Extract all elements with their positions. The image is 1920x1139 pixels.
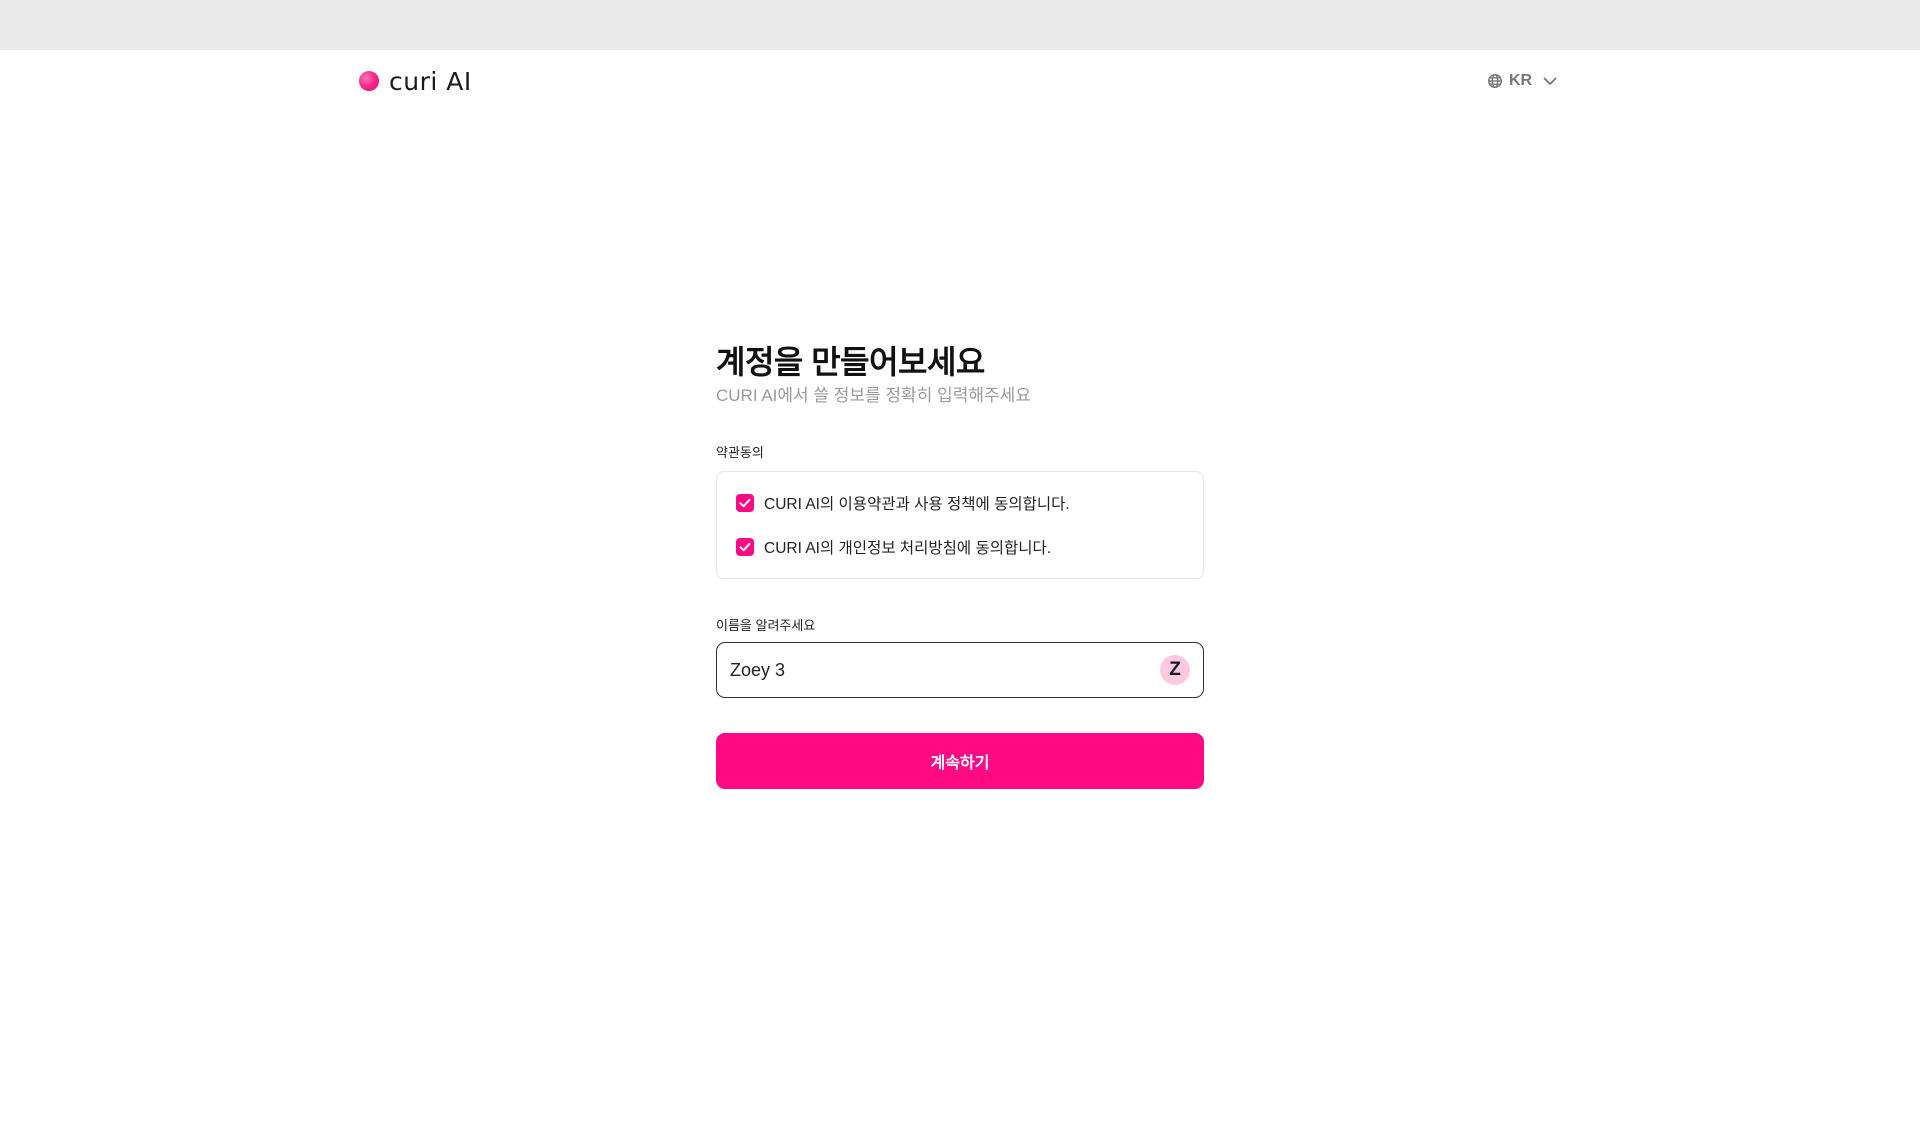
terms-of-use-text: CURI AI의 이용약관과 사용 정책에 동의합니다. bbox=[764, 496, 1070, 513]
terms-box: CURI AI의 이용약관과 사용 정책에 동의합니다. CURI AI의 개인… bbox=[716, 471, 1204, 579]
privacy-policy-text: CURI AI의 개인정보 처리방침에 동의합니다. bbox=[764, 540, 1052, 557]
logo[interactable]: curi AI bbox=[359, 66, 472, 96]
globe-icon bbox=[1487, 73, 1503, 89]
name-input[interactable] bbox=[730, 643, 1130, 697]
name-label: 이름을 알려주세요 bbox=[716, 618, 816, 633]
page-title: 계정을 만들어보세요 bbox=[716, 344, 985, 380]
name-field[interactable]: Z bbox=[716, 642, 1204, 698]
chevron-down-icon bbox=[1542, 73, 1558, 89]
signup-form: 계정을 만들어보세요 CURI AI에서 쓸 정보를 정확히 입력해주세요 약관… bbox=[716, 342, 1204, 789]
browser-top-strip bbox=[0, 0, 1920, 50]
avatar: Z bbox=[1160, 655, 1190, 685]
header: curi AI KR bbox=[0, 50, 1920, 110]
privacy-policy-checkbox-row[interactable]: CURI AI의 개인정보 처리방침에 동의합니다. bbox=[736, 537, 1051, 557]
terms-of-use-checkbox[interactable] bbox=[736, 494, 754, 512]
continue-button[interactable]: 계속하기 bbox=[716, 733, 1204, 789]
logo-text: curi AI bbox=[389, 66, 472, 96]
logo-dot-icon bbox=[359, 71, 379, 91]
privacy-policy-checkbox[interactable] bbox=[736, 538, 754, 556]
language-selector[interactable]: KR bbox=[1487, 69, 1558, 93]
terms-label: 약관동의 bbox=[716, 445, 764, 460]
language-label: KR bbox=[1509, 72, 1533, 89]
check-icon bbox=[739, 542, 751, 552]
check-icon bbox=[739, 498, 751, 508]
page-subtitle: CURI AI에서 쓸 정보를 정확히 입력해주세요 bbox=[716, 386, 1031, 405]
terms-of-use-checkbox-row[interactable]: CURI AI의 이용약관과 사용 정책에 동의합니다. bbox=[736, 493, 1070, 513]
